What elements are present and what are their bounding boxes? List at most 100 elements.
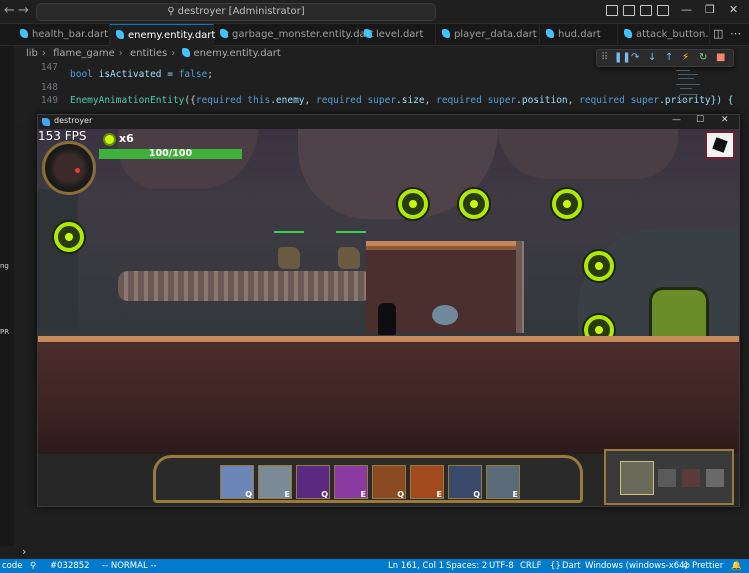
source-control-icon[interactable]: ⚲: [30, 559, 36, 573]
breadcrumb-entities[interactable]: entities: [130, 48, 167, 59]
health-text: 100/100: [148, 148, 193, 159]
editor-tabs: health_bar.dart enemy.entity.dart✕ garba…: [0, 24, 749, 46]
tab-hud[interactable]: hud.dart: [540, 24, 618, 46]
stop-icon[interactable]: ■: [716, 52, 725, 63]
skill-slot-holy-cross[interactable]: Q: [220, 465, 254, 499]
joystick-knob[interactable]: [75, 168, 80, 173]
toggle-secondary-sidebar-icon[interactable]: [640, 5, 652, 16]
minimize-icon[interactable]: —: [681, 3, 692, 16]
coin: [552, 189, 582, 219]
prettier-status[interactable]: Prettier: [692, 559, 723, 573]
cave-rock: [498, 129, 678, 179]
toggle-primary-sidebar-icon[interactable]: [606, 5, 618, 16]
platform-edge: [516, 241, 524, 333]
skill-slot-shield[interactable]: E: [258, 465, 292, 499]
game-window-titlebar: destroyer — ☐ ✕: [38, 115, 739, 129]
prettier-check-icon: ⊘: [683, 561, 691, 571]
restore-icon[interactable]: ❐: [705, 3, 715, 16]
code-line-147: bool isActivated = false;: [70, 69, 214, 80]
game-canvas[interactable]: 153 FPS x6 100/100 Q E Q E Q E Q E: [38, 129, 739, 506]
flutter-app-icon: [42, 118, 50, 126]
close-window-icon[interactable]: ✕: [721, 115, 729, 125]
minimap[interactable]: [676, 66, 706, 116]
tab-player-data[interactable]: player_data.dart: [436, 24, 540, 46]
line-number: 147: [40, 62, 58, 73]
hand-cursor-icon: [712, 137, 728, 153]
garbage-monster-enemy: [338, 247, 360, 269]
cursor-position[interactable]: Ln 161, Col 1: [388, 559, 444, 573]
line-number: 148: [40, 82, 58, 93]
game-window-title: destroyer: [54, 116, 93, 125]
toggle-panel-icon[interactable]: [623, 5, 635, 16]
encoding[interactable]: UTF-8: [489, 559, 514, 573]
restart-icon[interactable]: ↻: [699, 52, 707, 63]
enemy-health-bar: [336, 231, 366, 233]
dart-file-icon: [624, 29, 632, 38]
breadcrumb-flame-game[interactable]: flame_game: [53, 48, 115, 59]
cave-rock: [118, 129, 258, 189]
ground: [38, 336, 739, 456]
pause-icon[interactable]: ❚❚: [614, 52, 631, 63]
customize-layout-icon[interactable]: [657, 5, 669, 16]
coin-icon: [103, 133, 116, 146]
coin-count: x6: [119, 132, 134, 145]
step-over-icon[interactable]: ↷: [631, 52, 639, 63]
language-mode[interactable]: Dart: [562, 559, 581, 573]
skill-slot-vortex[interactable]: Q: [296, 465, 330, 499]
git-branch[interactable]: #032852: [50, 559, 90, 573]
skill-slot-arcane-blast[interactable]: E: [334, 465, 368, 499]
step-into-icon[interactable]: ↓: [648, 52, 656, 63]
joystick[interactable]: [42, 141, 96, 195]
skill-slot-flame[interactable]: Q: [372, 465, 406, 499]
skill-slot-ice-orb[interactable]: Q: [448, 465, 482, 499]
hot-reload-icon[interactable]: ⚡: [682, 52, 689, 63]
tab-attack-button[interactable]: attack_button.da: [618, 24, 710, 46]
step-out-icon[interactable]: ↑: [665, 52, 673, 63]
left-rail: ng PR: [0, 46, 14, 546]
tab-garbage-monster[interactable]: garbage_monster.entity.dart: [214, 24, 374, 46]
target-platform[interactable]: Windows (windows-x64): [585, 559, 688, 573]
back-arrow-icon[interactable]: ←: [4, 3, 15, 18]
player-character: [378, 303, 396, 335]
dart-file-icon: [364, 29, 372, 38]
code-line-149: EnemyAnimationEntity({required this.enem…: [70, 95, 734, 106]
weapon-slot-sword[interactable]: [620, 461, 654, 495]
forward-arrow-icon[interactable]: →: [18, 3, 29, 18]
line-ending[interactable]: CRLF: [520, 559, 541, 573]
dart-file-icon: [442, 29, 450, 38]
slash-effect: [432, 305, 458, 325]
skill-slot-fire-vortex[interactable]: E: [410, 465, 444, 499]
coin: [398, 189, 428, 219]
floating-platform: [118, 271, 372, 301]
maximize-icon[interactable]: ☐: [696, 115, 704, 125]
notifications-bell-icon[interactable]: 🔔: [731, 559, 742, 573]
tab-health-bar[interactable]: health_bar.dart: [14, 24, 110, 46]
tab-enemy-entity[interactable]: enemy.entity.dart✕: [110, 24, 230, 46]
skill-slot-wind[interactable]: E: [486, 465, 520, 499]
more-actions-icon[interactable]: ⋯: [730, 27, 741, 40]
garbage-monster-enemy: [278, 247, 300, 269]
breadcrumb-file[interactable]: enemy.entity.dart: [193, 48, 280, 59]
close-window-icon[interactable]: ✕: [729, 3, 738, 16]
drag-handle-icon[interactable]: ⠿: [601, 52, 608, 63]
weapon-slot-spear[interactable]: [682, 469, 700, 487]
command-center[interactable]: ⚲ destroyer [Administrator]: [36, 3, 436, 21]
breadcrumb-lib[interactable]: lib: [26, 48, 38, 59]
remote-indicator[interactable]: code: [2, 559, 23, 573]
game-window[interactable]: destroyer — ☐ ✕ 153 FPS x6 100/100 Q E Q…: [37, 114, 740, 507]
weapon-slot-hammer[interactable]: [706, 469, 724, 487]
pause-button[interactable]: [705, 131, 735, 159]
indentation[interactable]: Spaces: 2: [446, 559, 487, 573]
rail-label: PR: [0, 328, 10, 336]
split-editor-icon[interactable]: ◫: [713, 27, 723, 40]
tab-level[interactable]: level.dart: [358, 24, 436, 46]
dart-file-icon: [182, 48, 191, 57]
dart-file-icon: [20, 29, 28, 38]
dart-file-icon: [546, 29, 554, 38]
minimize-icon[interactable]: —: [672, 115, 681, 125]
code-editor[interactable]: 147 148 149 bool isActivated = false; En…: [14, 62, 749, 122]
chevron-right-icon[interactable]: ›: [22, 545, 26, 558]
braces-icon: {}: [550, 561, 561, 571]
rail-label: ng: [0, 262, 9, 270]
weapon-slot-dagger[interactable]: [658, 469, 676, 487]
